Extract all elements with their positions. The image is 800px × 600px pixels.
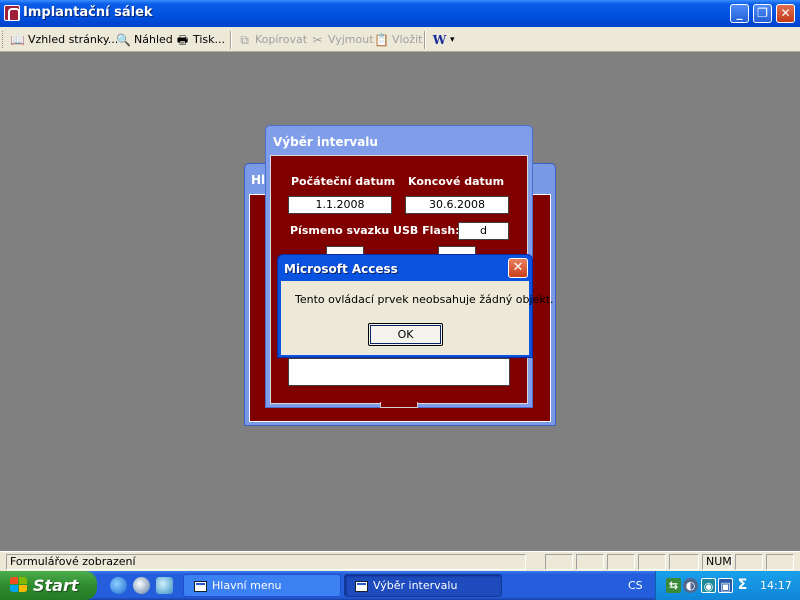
minimize-button[interactable]: _	[730, 4, 749, 23]
book-icon: 📖	[10, 32, 25, 47]
copy-button[interactable]: ⧉ Kopírovat	[237, 31, 307, 48]
form-control[interactable]	[438, 246, 476, 254]
print-button[interactable]: 🖶 Tisk...	[175, 31, 225, 48]
clock[interactable]: 14:17	[760, 579, 792, 592]
page-setup-button[interactable]: 📖 Vzhled stránky...	[10, 31, 118, 48]
dialog-close-button[interactable]: ✕	[508, 258, 528, 278]
start-label: Start	[33, 576, 79, 595]
usb-letter-input[interactable]: d	[458, 222, 509, 240]
preview-button[interactable]: 🔍 Náhled	[116, 31, 173, 48]
toolbar: 📖 Vzhled stránky... 🔍 Náhled 🖶 Tisk... ⧉…	[0, 27, 800, 52]
output-text-box[interactable]	[288, 358, 510, 386]
main-title-bar[interactable]: Implantační sálek _ ❐ ✕	[0, 0, 800, 27]
status-bar: Formulářové zobrazení NUM	[0, 551, 800, 571]
form-control[interactable]	[326, 246, 364, 254]
status-cell	[607, 554, 635, 570]
toolbar-separator	[424, 31, 426, 49]
sigma-icon[interactable]: Σ	[735, 578, 750, 593]
dialog-title: Microsoft Access	[284, 262, 398, 276]
window-title: Implantační sálek	[23, 5, 153, 20]
status-cell	[669, 554, 699, 570]
message-dialog[interactable]: Microsoft Access ✕ Tento ovládací prvek …	[277, 254, 554, 358]
preview-icon: 🔍	[116, 32, 131, 47]
windows-flag-icon	[10, 577, 28, 594]
ok-button[interactable]: OK	[368, 323, 443, 346]
form-tab-stub	[380, 402, 418, 408]
status-cell	[638, 554, 666, 570]
cut-button[interactable]: ✂ Vyjmout	[310, 31, 373, 48]
start-button[interactable]: Start	[0, 571, 97, 600]
printer-icon: 🖶	[176, 32, 189, 47]
form-window-icon	[194, 581, 207, 592]
status-cell	[766, 554, 794, 570]
toolbar-grip[interactable]	[2, 31, 5, 48]
system-tray: ⇆ ◐ ◉ ▣ Σ 14:17	[655, 571, 800, 600]
dialog-message: Tento ovládací prvek neobsahuje žádný ob…	[295, 293, 554, 306]
network-icon[interactable]: ⇆	[666, 578, 681, 593]
language-indicator[interactable]: CS	[628, 579, 643, 592]
interval-form-title: Výběr intervalu	[273, 135, 378, 149]
taskbar-button-main-menu[interactable]: Hlavní menu	[183, 574, 341, 597]
status-text: Formulářové zobrazení	[6, 554, 526, 570]
form-window-icon	[355, 581, 368, 592]
status-cell	[545, 554, 573, 570]
start-date-label: Počáteční datum	[291, 175, 396, 188]
internet-explorer-icon[interactable]	[110, 577, 127, 594]
close-button[interactable]: ✕	[776, 4, 795, 23]
dialog-body: Tento ovládací prvek neobsahuje žádný ob…	[281, 281, 554, 355]
main-menu-title: Hl	[251, 173, 266, 187]
media-player-icon[interactable]	[133, 577, 150, 594]
num-lock-indicator: NUM	[702, 554, 732, 570]
toolbar-separator	[230, 31, 232, 49]
monitor-icon[interactable]: ▣	[718, 578, 733, 593]
show-desktop-icon[interactable]	[156, 577, 173, 594]
end-date-input[interactable]: 30.6.2008	[405, 196, 509, 214]
restore-button[interactable]: ❐	[753, 4, 772, 23]
copy-icon: ⧉	[240, 32, 249, 47]
security-icon[interactable]: ◉	[701, 578, 716, 593]
paste-button[interactable]: 📋 Vložit	[374, 31, 422, 48]
chevron-down-icon: ▾	[450, 34, 455, 45]
access-app-icon[interactable]	[4, 5, 20, 21]
paste-icon: 📋	[374, 32, 389, 47]
taskbar: Start Hlavní menu Výběr intervalu CS ⇆ ◐…	[0, 571, 800, 600]
office-links-button[interactable]: W ▾	[432, 31, 455, 48]
cut-icon: ✂	[312, 32, 323, 47]
word-icon: W	[432, 32, 447, 47]
start-date-input[interactable]: 1.1.2008	[288, 196, 392, 214]
taskbar-button-interval[interactable]: Výběr intervalu	[344, 574, 502, 597]
usb-letter-label: Písmeno svazku USB Flash:	[290, 224, 460, 237]
status-cell	[735, 554, 763, 570]
end-date-label: Koncové datum	[408, 175, 505, 188]
status-cell	[576, 554, 604, 570]
sync-icon[interactable]: ◐	[683, 578, 698, 593]
